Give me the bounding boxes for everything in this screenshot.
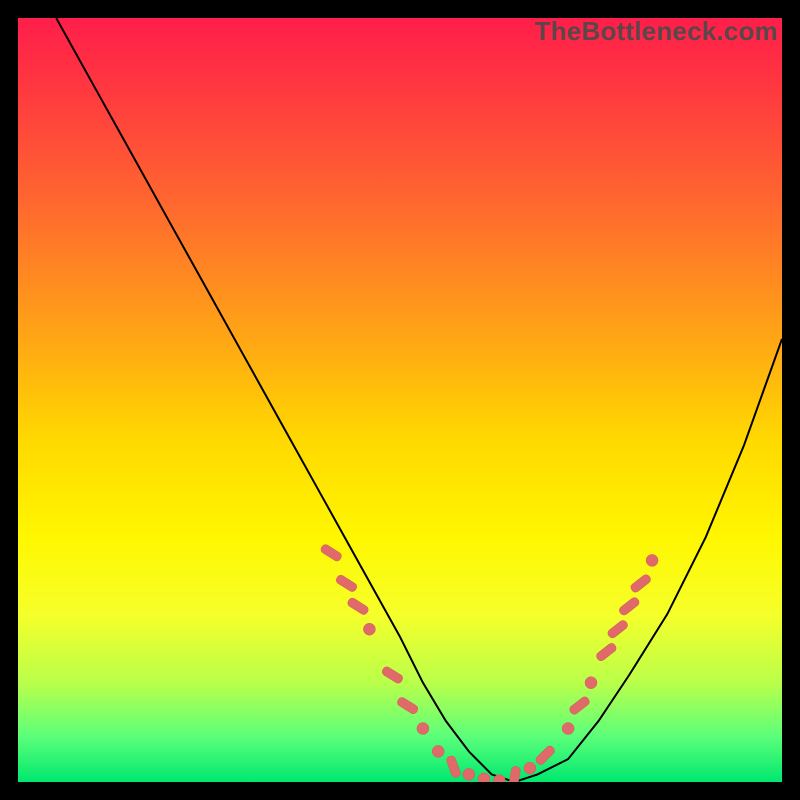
scatter-dash [446,755,462,779]
scatter-dot [562,723,574,735]
scatter-dash [568,695,591,716]
chart-stage: TheBottleneck.com [0,0,800,800]
bottleneck-curve [56,18,782,782]
scatter-dash [335,574,358,593]
scatter-dash [396,696,419,715]
scatter-dash [618,596,641,617]
scatter-dash [346,597,369,616]
scatter-dot [417,723,429,735]
watermark-text: TheBottleneck.com [535,18,778,47]
scatter-dash [381,665,404,684]
scatter-dash [508,766,521,782]
scatter-dot [363,623,375,635]
scatter-dot [463,768,475,780]
scatter-points [319,543,658,782]
scatter-dash [606,619,629,640]
scatter-dot [585,677,597,689]
scatter-dot [478,773,490,782]
scatter-dash [629,573,652,594]
scatter-dash [534,744,556,766]
chart-overlay [18,18,782,782]
scatter-dash [319,543,342,562]
scatter-dot [524,762,536,774]
scatter-dash [595,642,618,663]
scatter-dot [432,745,444,757]
scatter-dot [646,554,658,566]
plot-area: TheBottleneck.com [18,18,782,782]
